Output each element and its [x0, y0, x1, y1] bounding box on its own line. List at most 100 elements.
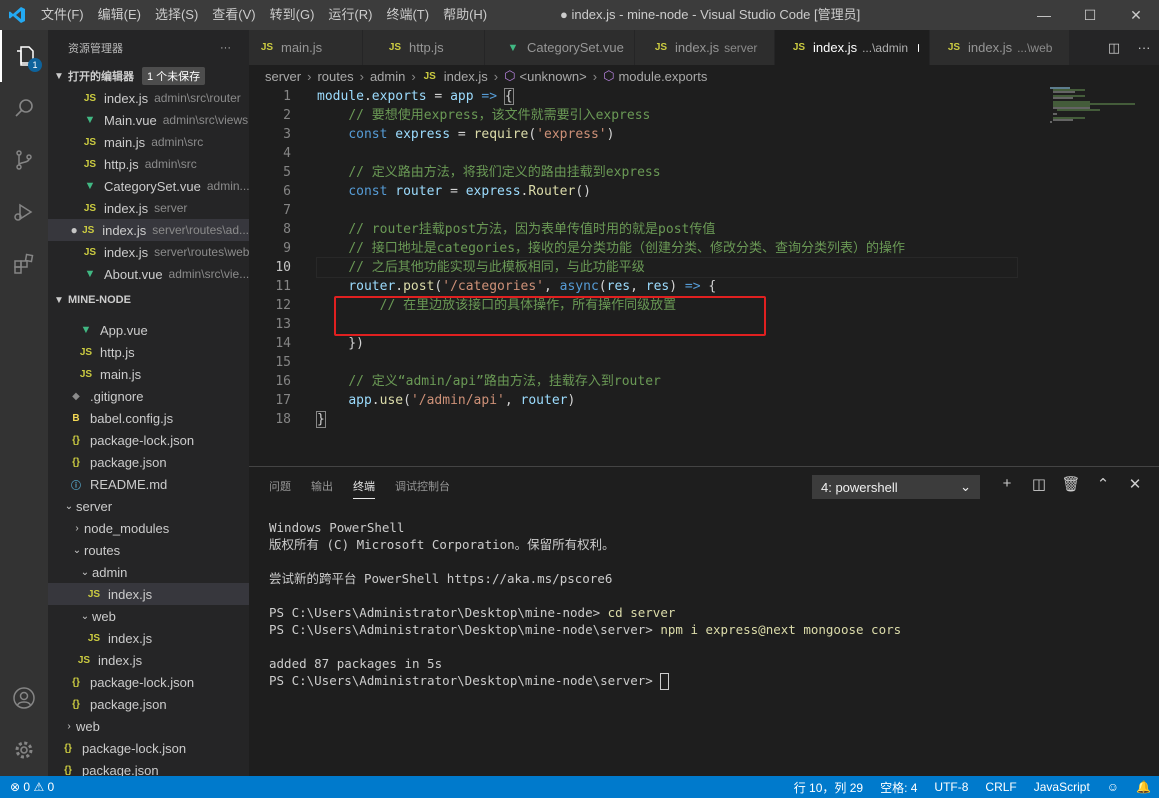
- add-terminal-icon[interactable]: +: [991, 475, 1023, 493]
- js-file-icon: JS: [654, 42, 668, 53]
- file-name: main.js: [104, 134, 146, 150]
- js-file-icon: JS: [792, 42, 806, 53]
- tree-folder[interactable]: ⌄ routes: [48, 539, 249, 561]
- close-panel-icon[interactable]: ✕: [1119, 475, 1151, 493]
- tree-item[interactable]: ▼ App.vue: [48, 319, 249, 341]
- maximize-icon[interactable]: ☐: [1067, 0, 1113, 30]
- open-editor-item[interactable]: ▼ Main.vue admin\src\views: [48, 109, 249, 131]
- js-file-icon: JS: [79, 346, 93, 358]
- unsaved-dot-icon[interactable]: [918, 43, 919, 52]
- source-control-icon[interactable]: [0, 134, 48, 186]
- explorer-icon[interactable]: 1: [0, 30, 48, 82]
- extensions-icon[interactable]: [0, 238, 48, 290]
- tree-item[interactable]: {} package-lock.json: [48, 429, 249, 451]
- tree-item[interactable]: JS index.js: [48, 627, 249, 649]
- tree-item[interactable]: Bbabel.config.js: [48, 407, 249, 429]
- menu-run[interactable]: 运行(R): [321, 0, 379, 30]
- chevron-down-icon: ▼: [54, 294, 64, 306]
- menu-view[interactable]: 查看(V): [205, 0, 262, 30]
- tab-index-admin[interactable]: JS index.js ...\admin: [775, 30, 930, 65]
- tab-categoryset-vue[interactable]: ▼ CategorySet.vue: [485, 30, 635, 65]
- tree-item[interactable]: ⓘ README.md: [48, 473, 249, 495]
- close-icon[interactable]: ✕: [1113, 0, 1159, 30]
- encoding[interactable]: UTF-8: [934, 780, 968, 794]
- tree-item[interactable]: JS http.js: [48, 341, 249, 363]
- split-terminal-icon[interactable]: ◫: [1023, 475, 1055, 493]
- breadcrumb-item[interactable]: index.js: [444, 69, 488, 84]
- indentation[interactable]: 空格: 4: [880, 779, 917, 796]
- menu-help[interactable]: 帮助(H): [436, 0, 494, 30]
- tree-item[interactable]: JS main.js: [48, 363, 249, 385]
- status-left[interactable]: ⊗ 0 ⚠ 0: [0, 780, 54, 794]
- symbol-icon: ⬡: [504, 68, 516, 83]
- tab-problems[interactable]: 问题: [269, 474, 291, 498]
- open-editor-item[interactable]: JS index.js server\routes\web: [48, 241, 249, 263]
- settings-gear-icon[interactable]: [0, 724, 48, 776]
- open-editor-item[interactable]: JS index.js server: [48, 197, 249, 219]
- breadcrumb-item[interactable]: admin: [370, 69, 405, 84]
- split-editor-icon[interactable]: ◫: [1099, 40, 1129, 56]
- open-editor-item-active[interactable]: ● JS index.js server\routes\ad...: [48, 219, 249, 241]
- trash-icon[interactable]: 🗑: [1055, 475, 1087, 493]
- code-editor[interactable]: 1 module.exports = app => { 2 // 要想使用expr…: [249, 87, 1059, 465]
- tab-debug-console[interactable]: 调试控制台: [395, 474, 450, 498]
- menu-selection[interactable]: 选择(S): [148, 0, 205, 30]
- tree-item[interactable]: {} package-lock.json: [48, 737, 249, 759]
- line-number: 2: [283, 108, 291, 123]
- tree-folder[interactable]: ⌄ admin: [48, 561, 249, 583]
- vue-file-icon: ▼: [84, 180, 96, 192]
- babel-icon: B: [72, 412, 80, 424]
- tree-folder[interactable]: › web: [48, 715, 249, 737]
- breadcrumb-item[interactable]: routes: [317, 69, 353, 84]
- vue-file-icon: ▼: [80, 324, 92, 336]
- tree-folder[interactable]: ⌄ web: [48, 605, 249, 627]
- cursor-position[interactable]: 行 10，列 29: [794, 779, 863, 796]
- open-editor-item[interactable]: JS http.js admin\src: [48, 153, 249, 175]
- more-actions-icon[interactable]: ···: [1129, 40, 1159, 55]
- tab-output[interactable]: 输出: [311, 474, 333, 498]
- code-text: const router = express.Router(): [348, 184, 591, 199]
- account-icon[interactable]: [0, 672, 48, 724]
- open-editor-item[interactable]: ▼ About.vue admin\src\vie...: [48, 263, 249, 285]
- tab-main-js[interactable]: JS main.js: [249, 30, 363, 65]
- tree-folder[interactable]: ⌄ server: [48, 495, 249, 517]
- run-debug-icon[interactable]: [0, 186, 48, 238]
- project-title: MINE-NODE: [68, 294, 131, 306]
- minimap[interactable]: [1045, 87, 1145, 147]
- minimize-icon[interactable]: —: [1021, 0, 1067, 30]
- tree-item[interactable]: ◆ .gitignore: [48, 385, 249, 407]
- tab-index-server[interactable]: JS index.js server: [635, 30, 775, 65]
- breadcrumb-item[interactable]: module.exports: [618, 69, 707, 84]
- menu-file[interactable]: 文件(F): [34, 0, 91, 30]
- tab-terminal[interactable]: 终端: [353, 474, 375, 499]
- open-editor-item[interactable]: ▼ CategorySet.vue admin...: [48, 175, 249, 197]
- tree-item-active[interactable]: JS index.js: [48, 583, 249, 605]
- search-icon[interactable]: [0, 82, 48, 134]
- breadcrumb-item[interactable]: <unknown>: [520, 69, 587, 84]
- tree-item[interactable]: {} package.json: [48, 759, 249, 777]
- project-header[interactable]: ▼ MINE-NODE: [48, 289, 249, 311]
- menu-edit[interactable]: 编辑(E): [91, 0, 148, 30]
- line-ending[interactable]: CRLF: [985, 780, 1016, 794]
- open-editors-header[interactable]: ▼ 打开的编辑器 1 个未保存: [48, 65, 249, 87]
- bell-icon[interactable]: 🔔: [1136, 780, 1151, 794]
- menu-go[interactable]: 转到(G): [263, 0, 322, 30]
- code-line: 18}: [249, 410, 1059, 429]
- tree-item[interactable]: JS index.js: [48, 649, 249, 671]
- feedback-icon[interactable]: ☺: [1107, 780, 1119, 794]
- tree-item[interactable]: {} package.json: [48, 451, 249, 473]
- tree-item[interactable]: {} package.json: [48, 693, 249, 715]
- tree-folder[interactable]: › node_modules: [48, 517, 249, 539]
- open-editor-item[interactable]: JS main.js admin\src: [48, 131, 249, 153]
- tree-item[interactable]: {} package-lock.json: [48, 671, 249, 693]
- terminal-output[interactable]: Windows PowerShell 版权所有 (C) Microsoft Co…: [269, 519, 901, 690]
- tab-index-web[interactable]: JS index.js ...\web: [930, 30, 1070, 65]
- menu-terminal[interactable]: 终端(T): [379, 0, 436, 30]
- breadcrumb-item[interactable]: server: [265, 69, 301, 84]
- maximize-panel-icon[interactable]: ⌃: [1087, 475, 1119, 493]
- language-mode[interactable]: JavaScript: [1034, 780, 1090, 794]
- open-editor-item[interactable]: JS index.js admin\src\router: [48, 87, 249, 109]
- tab-http-js[interactable]: JS http.js: [363, 30, 485, 65]
- more-actions-icon[interactable]: ···: [220, 42, 231, 54]
- terminal-select[interactable]: 4: powershell ⌄: [812, 475, 980, 499]
